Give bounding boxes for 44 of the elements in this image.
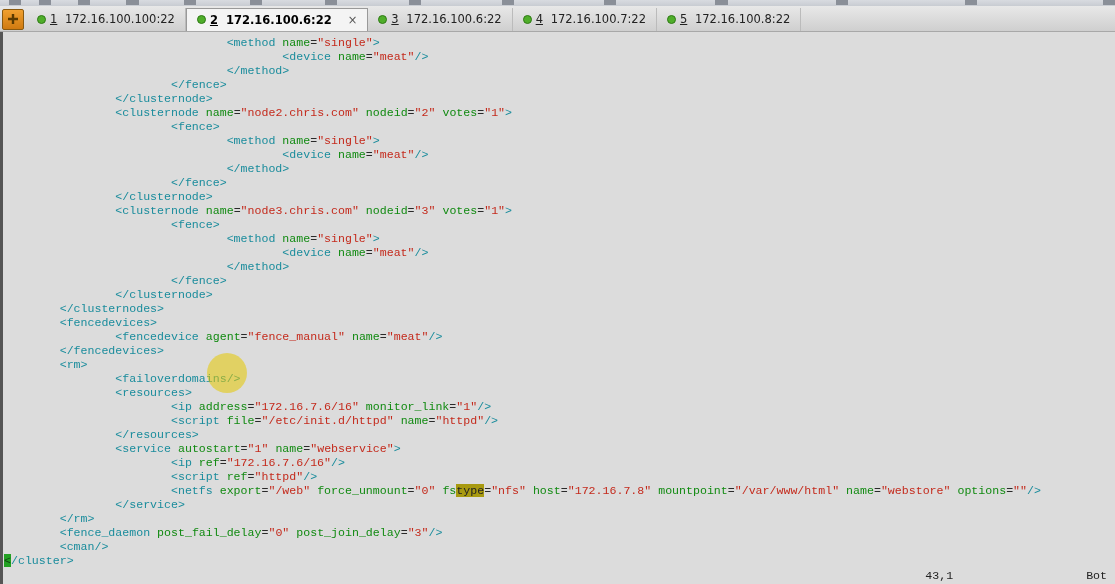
- code-line: <clusternode name="node3.chris.com" nodeid="3" votes="1">: [114, 204, 514, 218]
- add-icon[interactable]: [2, 8, 24, 30]
- code-line: <device name="meat"/>: [281, 50, 430, 64]
- code-line: </method>: [225, 64, 291, 78]
- cursor-position: 43,1: [925, 568, 954, 584]
- scroll-indicator: Bot: [1086, 568, 1107, 584]
- code-line: <device name="meat"/>: [281, 148, 430, 162]
- code-line: <netfs export="/web" force_unmount="0" fstype="nfs" host="172.16.7.8" mountpoint="/var/www/html" name="webstore" options=""/>: [170, 484, 1042, 498]
- code-line: </resources>: [114, 428, 200, 442]
- code-line: <script file="/etc/init.d/httpd" name="httpd"/>: [170, 414, 500, 428]
- code-line: </clusternodes>: [58, 302, 166, 316]
- code-line: </service>: [114, 498, 186, 512]
- session-tab[interactable]: 1 172.16.100.100:22: [27, 7, 186, 31]
- code-line: </method>: [225, 162, 291, 176]
- code-line: </fence>: [170, 78, 228, 92]
- code-line: </fence>: [170, 176, 228, 190]
- session-tab[interactable]: 4 172.16.100.7:22: [512, 7, 657, 31]
- code-line: </clusternode>: [114, 190, 214, 204]
- code-line: <fence>: [170, 218, 221, 232]
- code-line: <fencedevices>: [58, 316, 159, 330]
- code-line: <fence_daemon post_fail_delay="0" post_join_delay="3"/>: [58, 526, 444, 540]
- code-line: </fence>: [170, 274, 228, 288]
- code-line: <fence>: [170, 120, 221, 134]
- code-line: <ip ref="172.16.7.6/16"/>: [170, 456, 346, 470]
- session-tab[interactable]: 3 172.16.100.6:22: [368, 7, 513, 31]
- code-line: </fencedevices>: [58, 344, 166, 358]
- code-line: <cman/>: [58, 540, 110, 554]
- code-line: <resources>: [114, 386, 193, 400]
- code-line: </rm>: [58, 512, 96, 526]
- code-line: <script ref="httpd"/>: [170, 470, 319, 484]
- code-line: <service autostart="1" name="webservice">: [114, 442, 402, 456]
- code-line: </clusternode>: [114, 92, 214, 106]
- code-line: <fencedevice agent="fence_manual" name="meat"/>: [114, 330, 444, 344]
- session-tab[interactable]: 2 172.16.100.6:22 ×: [185, 7, 369, 31]
- code-line: </clusternode>: [114, 288, 214, 302]
- code-line: <rm>: [58, 358, 89, 372]
- code-line: <method name="single">: [225, 36, 381, 50]
- code-line: <device name="meat"/>: [281, 246, 430, 260]
- code-line: <clusternode name="node2.chris.com" nodeid="2" votes="1">: [114, 106, 514, 120]
- code-line: <ip address="172.16.7.6/16" monitor_link="1"/>: [170, 400, 493, 414]
- session-tab[interactable]: 5 172.16.100.8:22: [656, 7, 802, 31]
- code-line: <method name="single">: [225, 232, 381, 246]
- code-line: <method name="single">: [225, 134, 381, 148]
- code-line: </method>: [225, 260, 291, 274]
